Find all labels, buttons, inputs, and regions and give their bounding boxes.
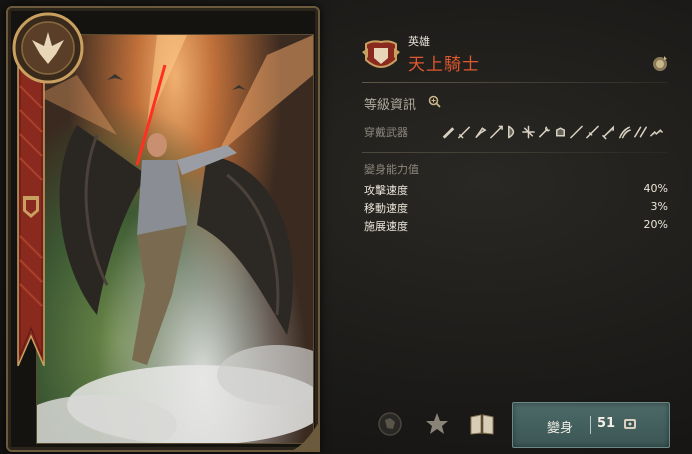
stat-label: 攻擊速度 xyxy=(364,184,408,197)
transform-label: 變身 xyxy=(547,421,574,436)
spear-icon xyxy=(490,125,503,139)
weapon-icons-list xyxy=(441,124,664,142)
crossbow-icon xyxy=(522,125,535,139)
codex-book-icon[interactable] xyxy=(468,410,496,438)
dual-blade-icon xyxy=(634,126,647,138)
gauntlet-icon xyxy=(556,127,565,137)
stat-value: 3% xyxy=(650,200,668,213)
axe-icon xyxy=(475,127,487,139)
hero-artwork xyxy=(36,34,314,444)
staff-icon xyxy=(539,126,550,138)
dagger-icon xyxy=(442,127,455,139)
stats-title: 變身能力值 xyxy=(364,163,419,176)
hero-name: 天上騎士 xyxy=(408,55,480,75)
equip-weapon-label: 穿戴武器 xyxy=(364,126,408,139)
collection-icon[interactable] xyxy=(650,53,670,73)
rapier-icon xyxy=(586,125,599,139)
level-info-title: 等級資訊 xyxy=(364,98,417,113)
favorite-star-icon[interactable] xyxy=(423,410,451,438)
header-divider xyxy=(362,82,668,83)
bow-icon xyxy=(508,125,515,139)
stat-row-move-speed: 移動速度 3% xyxy=(364,200,668,216)
sword-icon xyxy=(458,126,470,139)
zoom-icon[interactable] xyxy=(428,95,441,108)
claw-icon xyxy=(619,126,631,139)
card-banner xyxy=(17,66,45,366)
stat-row-attack-speed: 攻擊速度 40% xyxy=(364,182,668,198)
hero-class-emblem-icon xyxy=(12,12,84,84)
card-corner-ornament xyxy=(288,420,320,452)
transform-button[interactable]: 變身 51 xyxy=(512,402,670,448)
stat-value: 40% xyxy=(643,182,668,195)
transform-ticket-icon xyxy=(624,419,636,429)
hero-card xyxy=(6,6,320,452)
stat-label: 施展速度 xyxy=(364,220,408,233)
stat-value: 20% xyxy=(643,218,668,231)
stat-label: 移動速度 xyxy=(364,202,408,215)
greatsword-icon xyxy=(602,125,614,140)
stats-divider xyxy=(362,152,668,153)
wand-icon xyxy=(570,125,583,139)
transform-count: 51 xyxy=(597,416,616,431)
hero-type-label: 英雄 xyxy=(408,35,430,48)
stat-row-cast-speed: 施展速度 20% xyxy=(364,218,668,234)
transform-separator xyxy=(590,416,591,434)
chain-icon xyxy=(650,129,663,137)
hero-rank-emblem-icon xyxy=(362,40,400,68)
map-icon[interactable] xyxy=(376,410,404,438)
